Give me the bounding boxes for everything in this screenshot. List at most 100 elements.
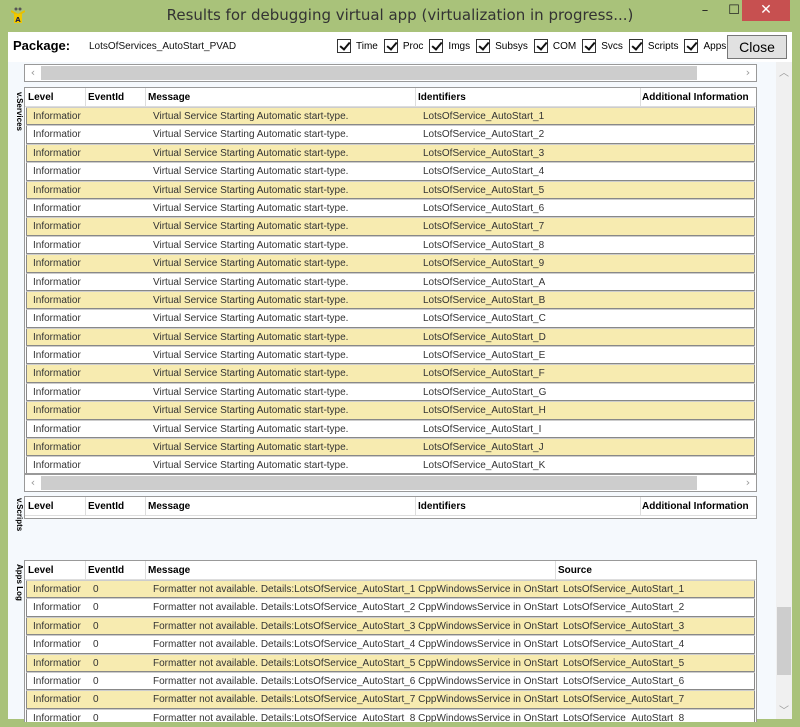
table-row[interactable]: Informatior Virtual Service Starting Auto…: [26, 364, 755, 383]
column-header-message[interactable]: Message: [148, 501, 190, 512]
table-row[interactable]: Informatior 0 Formatter not available. Det…: [26, 690, 755, 709]
column-separator[interactable]: [85, 497, 86, 516]
window-close-button[interactable]: ✕: [742, 0, 790, 21]
cell-identifiers: LotsOfService_AutoStart_5: [423, 184, 545, 196]
column-header-additional-information[interactable]: Additional Information: [642, 501, 749, 512]
table-row[interactable]: Informatior 0 Formatter not available. Det…: [26, 598, 755, 617]
services-horizontal-scrollbar[interactable]: ‹ ›: [24, 474, 757, 492]
column-header-message[interactable]: Message: [148, 565, 190, 576]
cell-message: Virtual Service Starting Automatic start…: [153, 166, 349, 178]
scroll-left-icon[interactable]: ‹: [25, 475, 41, 491]
table-row[interactable]: Informatior Virtual Service Starting Auto…: [26, 309, 755, 328]
scroll-down-icon[interactable]: ﹀: [776, 702, 792, 717]
table-row[interactable]: Informatior Virtual Service Starting Auto…: [26, 143, 755, 163]
scrollbar-thumb[interactable]: [777, 607, 791, 675]
cell-identifiers: LotsOfService_AutoStart_G: [423, 386, 547, 398]
table-row[interactable]: Informatior Virtual Service Starting Auto…: [26, 419, 755, 439]
column-header-message[interactable]: Message: [148, 92, 190, 103]
filter-proc[interactable]: Proc: [383, 39, 423, 53]
filter-time[interactable]: Time: [337, 39, 378, 53]
table-row[interactable]: Informatior Virtual Service Starting Auto…: [26, 438, 755, 457]
checkbox[interactable]: [582, 39, 597, 53]
scroll-up-icon[interactable]: ︿: [776, 64, 792, 79]
scroll-left-icon[interactable]: ‹: [25, 65, 41, 81]
table-row[interactable]: Informatior 0 Formatter not available. Det…: [26, 616, 755, 636]
vertical-scrollbar[interactable]: ︿ ﹀: [776, 62, 792, 719]
column-header-eventid[interactable]: EventId: [88, 565, 124, 576]
cell-message: Formatter not available. Details:LotsOfS…: [153, 602, 559, 614]
table-row[interactable]: Informatior Virtual Service Starting Auto…: [26, 235, 755, 255]
column-header-level[interactable]: Level: [28, 565, 54, 576]
table-row[interactable]: Informatior Virtual Service Starting Auto…: [26, 382, 755, 402]
column-separator[interactable]: [85, 88, 86, 107]
filter-svcs[interactable]: Svcs: [582, 39, 623, 53]
filter-subsys[interactable]: Subsys: [476, 39, 528, 53]
filter-scripts[interactable]: Scripts: [628, 39, 678, 53]
column-separator[interactable]: [640, 88, 641, 107]
table-row[interactable]: Informatior Virtual Service Starting Auto…: [26, 125, 755, 144]
table-row[interactable]: Informatior Virtual Service Starting Auto…: [26, 401, 755, 420]
cell-message: Formatter not available. Details:LotsOfS…: [153, 657, 559, 669]
cell-eventid: 0: [93, 657, 99, 669]
checkbox[interactable]: [383, 39, 398, 53]
scroll-right-icon[interactable]: ›: [740, 475, 756, 491]
column-header-eventid[interactable]: EventId: [88, 501, 124, 512]
close-button[interactable]: Close: [727, 35, 787, 59]
column-header-level[interactable]: Level: [28, 501, 54, 512]
table-row[interactable]: Informatior Virtual Service Starting Auto…: [26, 272, 755, 291]
scrollbar-thumb[interactable]: [41, 66, 697, 80]
table-row[interactable]: Informatior 0 Formatter not available. Det…: [26, 580, 755, 599]
column-separator[interactable]: [555, 561, 556, 580]
cell-level: Informatior: [33, 423, 81, 435]
cell-level: Informatior: [33, 239, 81, 251]
cell-source: LotsOfService_AutoStart_4: [563, 639, 685, 651]
title-bar: A Results for debugging virtual app (vir…: [0, 0, 800, 32]
column-header-level[interactable]: Level: [28, 92, 54, 103]
table-row[interactable]: Informatior Virtual Service Starting Auto…: [26, 198, 755, 218]
column-header-eventid[interactable]: EventId: [88, 92, 124, 103]
checkbox[interactable]: [429, 39, 444, 53]
column-header-identifiers[interactable]: Identifiers: [418, 92, 466, 103]
column-separator[interactable]: [415, 88, 416, 107]
horizontal-scrollbar-top[interactable]: ‹ ›: [24, 64, 757, 82]
table-row[interactable]: Informatior 0 Formatter not available. Det…: [26, 708, 755, 722]
table-row[interactable]: Informatior Virtual Service Starting Auto…: [26, 107, 755, 126]
column-separator[interactable]: [640, 497, 641, 516]
minimize-button[interactable]: –: [690, 0, 720, 22]
filter-com[interactable]: COM: [533, 39, 576, 53]
table-row[interactable]: Informatior 0 Formatter not available. Det…: [26, 653, 755, 672]
column-header-additional-information[interactable]: Additional Information: [642, 92, 749, 103]
cell-eventid: 0: [93, 639, 99, 651]
cell-identifiers: LotsOfService_AutoStart_I: [423, 423, 542, 435]
grid-header: Level EventId Message Identifiers Additional…: [25, 497, 756, 516]
scroll-right-icon[interactable]: ›: [740, 65, 756, 81]
checkbox[interactable]: [337, 39, 351, 53]
table-row[interactable]: Informatior Virtual Service Starting Auto…: [26, 162, 755, 181]
filter-apps[interactable]: Apps: [684, 39, 726, 53]
column-separator[interactable]: [145, 497, 146, 516]
table-row[interactable]: Informatior Virtual Service Starting Auto…: [26, 290, 755, 310]
table-row[interactable]: Informatior Virtual Service Starting Auto…: [26, 254, 755, 273]
table-row[interactable]: Informatior Virtual Service Starting Auto…: [26, 327, 755, 347]
column-separator[interactable]: [415, 497, 416, 516]
scrollbar-thumb[interactable]: [41, 476, 697, 490]
cell-level: Informatior: [33, 111, 81, 122]
column-separator[interactable]: [145, 88, 146, 107]
checkbox[interactable]: [476, 39, 491, 53]
filter-imgs[interactable]: Imgs: [429, 39, 470, 53]
table-row[interactable]: Informatior Virtual Service Starting Auto…: [26, 346, 755, 365]
table-row[interactable]: Informatior Virtual Service Starting Auto…: [26, 180, 755, 199]
table-row[interactable]: Informatior 0 Formatter not available. Det…: [26, 635, 755, 654]
table-row[interactable]: Informatior 0 Formatter not available. Det…: [26, 671, 755, 691]
cell-identifiers: LotsOfService_AutoStart_6: [423, 202, 545, 214]
column-header-identifiers[interactable]: Identifiers: [418, 501, 466, 512]
column-separator[interactable]: [145, 561, 146, 580]
column-separator[interactable]: [85, 561, 86, 580]
column-header-source[interactable]: Source: [558, 565, 592, 576]
table-row[interactable]: Informatior Virtual Service Starting Auto…: [26, 456, 755, 473]
cell-identifiers: LotsOfService_AutoStart_C: [423, 313, 546, 325]
checkbox[interactable]: [684, 39, 699, 53]
table-row[interactable]: Informatior Virtual Service Starting Auto…: [26, 217, 755, 236]
checkbox[interactable]: [533, 39, 548, 53]
checkbox[interactable]: [628, 39, 643, 53]
